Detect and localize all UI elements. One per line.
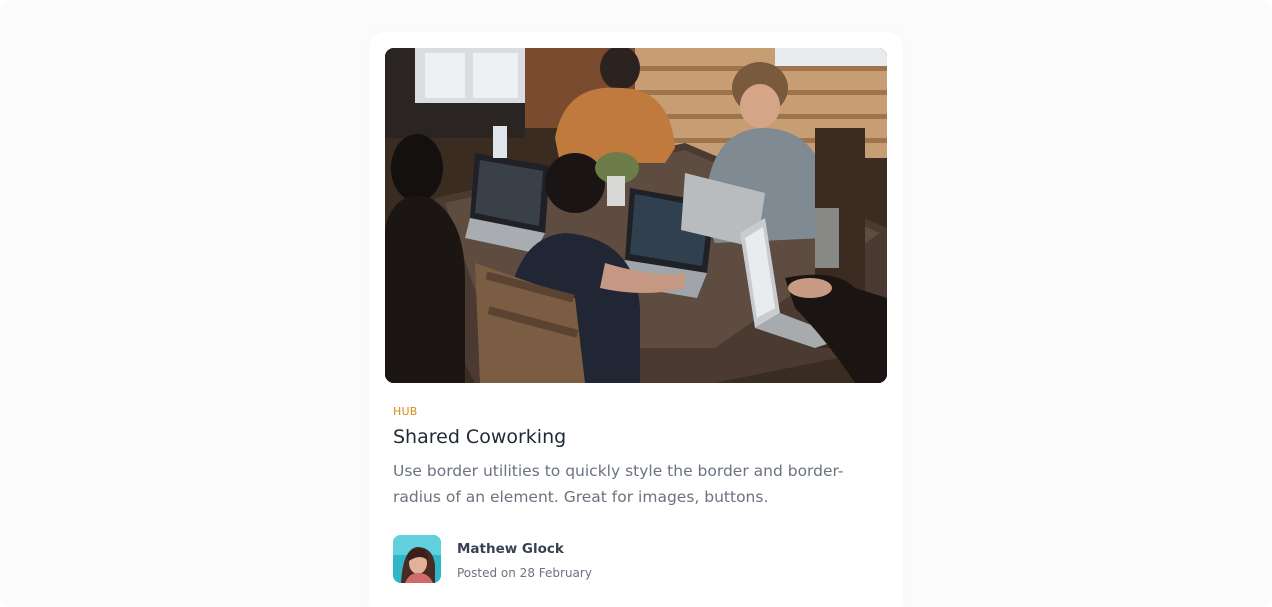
card-description: Use border utilities to quickly style th… [393, 462, 844, 506]
card-image [385, 48, 887, 383]
page-background: HUB Shared Coworking Use border utilitie… [0, 0, 1272, 607]
avatar [393, 535, 441, 583]
card-category: HUB [393, 405, 418, 418]
author-info: Mathew Glock Posted on 28 February [393, 535, 693, 587]
author-name[interactable]: Mathew Glock [457, 540, 564, 558]
card-title[interactable]: Shared Coworking [393, 425, 566, 449]
post-date: Posted on 28 February [457, 566, 592, 580]
blog-card[interactable]: HUB Shared Coworking Use border utilitie… [369, 32, 903, 607]
